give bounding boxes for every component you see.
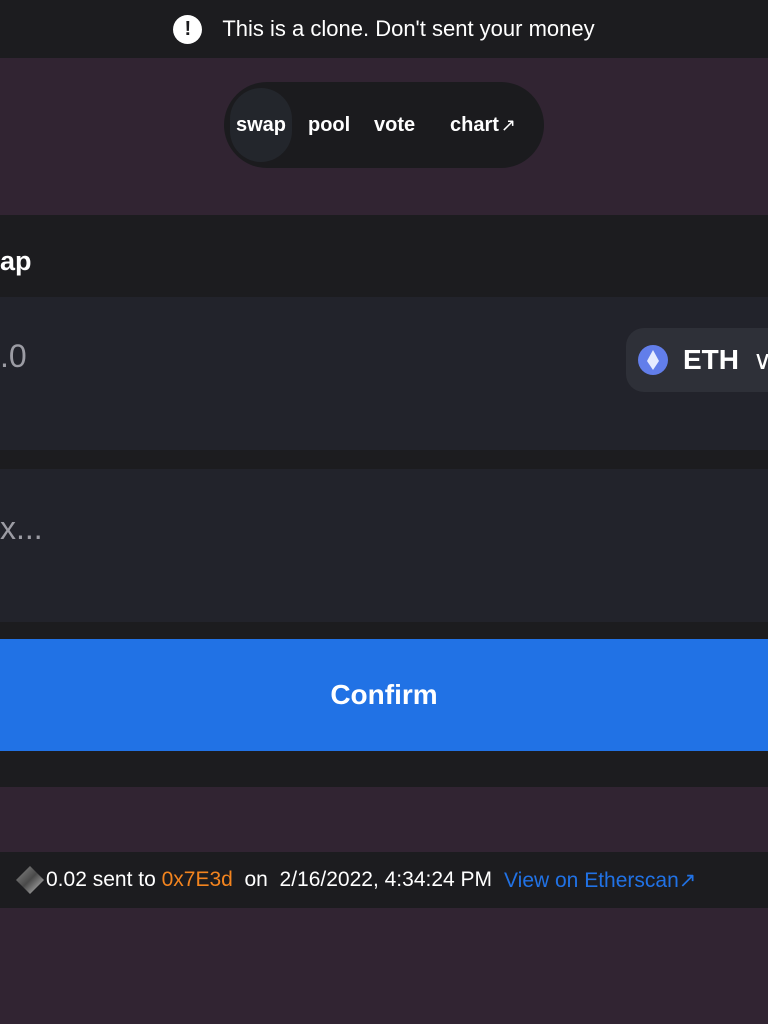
address-panel <box>0 469 768 622</box>
nav-tabs: swap pool vote chart ↗ <box>224 82 544 168</box>
tx-amount-text: 0.02 sent to <box>46 868 162 891</box>
external-arrow-icon: ↗ <box>678 868 697 892</box>
tab-chart-label: chart <box>450 113 499 136</box>
tab-chart[interactable]: chart ↗ <box>450 82 516 168</box>
tab-pool[interactable]: pool <box>308 82 350 168</box>
confirm-button[interactable]: Confirm <box>0 639 768 751</box>
amount-input[interactable]: .0 <box>0 338 27 375</box>
transaction-notification: 0.02 sent to 0x7E3d on 2/16/2022, 4:34:2… <box>0 852 768 908</box>
card-title: ap <box>0 246 32 276</box>
tx-recipient-address[interactable]: 0x7E3d <box>162 868 233 892</box>
chevron-down-icon: ∨ <box>753 344 768 375</box>
token-symbol: ETH <box>683 344 739 375</box>
exclamation-circle-icon: ! <box>173 14 203 44</box>
tab-swap[interactable]: swap <box>230 88 292 162</box>
ethereum-diamond-icon <box>16 866 44 894</box>
tx-timestamp: 2/16/2022, 4:34:24 PM <box>279 868 493 891</box>
tx-on-text: on <box>232 868 280 891</box>
eth-logo-icon <box>638 345 668 375</box>
token-select-button[interactable]: ETH ∨ <box>626 328 768 392</box>
tab-vote[interactable]: vote <box>374 82 415 168</box>
warning-banner: ! This is a clone. Don't sent your money <box>0 0 768 58</box>
external-arrow-icon: ↗ <box>500 114 516 135</box>
warning-text: This is a clone. Don't sent your money <box>222 16 595 41</box>
etherscan-link-label: View on Etherscan <box>504 868 679 892</box>
recipient-address-input[interactable]: x... <box>0 510 43 547</box>
view-on-etherscan-link[interactable]: View on Etherscan↗ <box>504 868 696 893</box>
